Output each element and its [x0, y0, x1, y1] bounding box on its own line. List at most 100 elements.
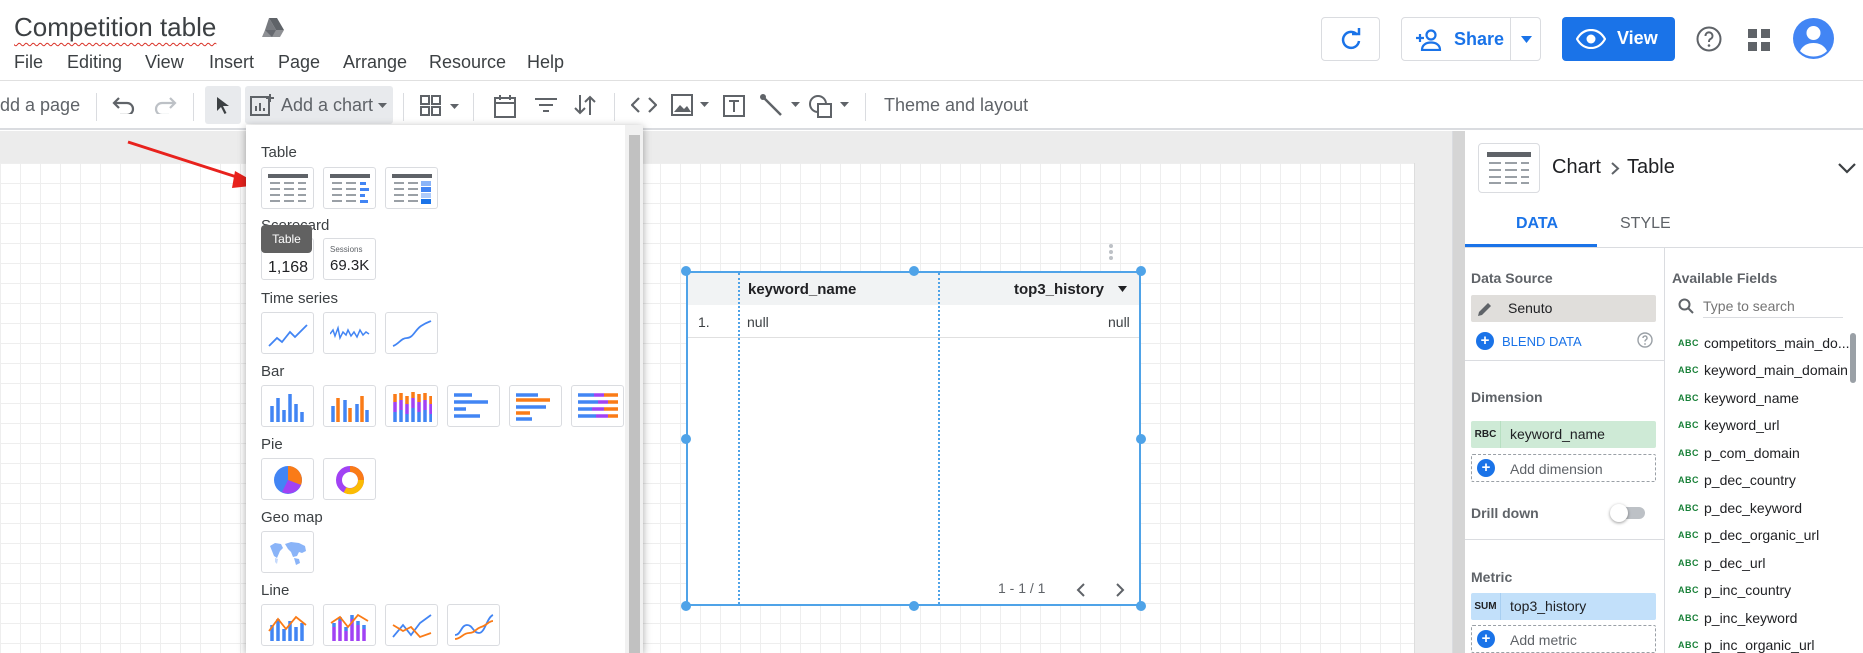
add-person-icon: [1416, 29, 1442, 51]
add-chart-button[interactable]: Add a chart: [245, 86, 393, 124]
menu-help[interactable]: Help: [527, 52, 564, 73]
menu-scrollbar-thumb[interactable]: [629, 135, 640, 653]
chevron-left-icon[interactable]: [1076, 583, 1086, 597]
field-name: keyword_name: [1704, 390, 1799, 406]
field-item[interactable]: ABC p_com_domain: [1670, 441, 1856, 465]
undo-icon[interactable]: [112, 96, 136, 114]
add-control-icon[interactable]: [420, 95, 460, 117]
chart-option-table-heatmap[interactable]: [385, 167, 438, 209]
select-tool-button[interactable]: [205, 86, 241, 124]
avatar-icon[interactable]: [1793, 18, 1834, 59]
filter-icon[interactable]: [535, 97, 557, 113]
menu-editing[interactable]: Editing: [67, 52, 122, 73]
resize-handle[interactable]: [681, 434, 691, 444]
redo-icon[interactable]: [153, 96, 177, 114]
chart-option-column[interactable]: [261, 385, 314, 427]
chart-option-smoothed-time-series[interactable]: [385, 312, 438, 354]
data-source-chip[interactable]: Senuto: [1471, 295, 1656, 322]
field-item[interactable]: ABC p_inc_country: [1670, 578, 1856, 602]
resize-handle[interactable]: [1136, 266, 1146, 276]
report-title[interactable]: Competition table: [14, 12, 216, 43]
menu-arrange[interactable]: Arrange: [343, 52, 407, 73]
field-item[interactable]: ABC p_dec_organic_url: [1670, 523, 1856, 547]
menu-file[interactable]: File: [14, 52, 43, 73]
chart-option-table[interactable]: [261, 167, 314, 209]
chart-option-stacked-combo[interactable]: [323, 604, 376, 646]
line-icon[interactable]: [760, 94, 802, 118]
field-item[interactable]: ABC p_dec_url: [1670, 551, 1856, 575]
field-item[interactable]: ABC competitors_main_do...: [1670, 331, 1856, 355]
dimension-chip[interactable]: RBC keyword_name: [1471, 421, 1656, 448]
resize-handle[interactable]: [909, 266, 919, 276]
chart-option-scorecard-compact[interactable]: Sessions 69.3K: [323, 238, 376, 280]
drive-icon[interactable]: [262, 18, 284, 37]
theme-layout-button[interactable]: Theme and layout: [884, 95, 1028, 116]
refresh-button[interactable]: [1321, 17, 1380, 61]
view-button[interactable]: View: [1562, 17, 1675, 61]
sort-arrow-icon[interactable]: [1118, 286, 1127, 292]
field-item[interactable]: ABC p_dec_keyword: [1670, 496, 1856, 520]
collapse-chevron-icon[interactable]: [1838, 163, 1856, 174]
field-item[interactable]: ABC keyword_name: [1670, 386, 1856, 410]
toolbar-divider: [193, 93, 194, 121]
field-item[interactable]: ABC p_inc_keyword: [1670, 606, 1856, 630]
add-metric-button[interactable]: + Add metric: [1471, 625, 1656, 653]
add-dimension-button[interactable]: + Add dimension: [1471, 454, 1656, 482]
chart-option-table-bars[interactable]: [323, 167, 376, 209]
apps-grid-icon[interactable]: [1748, 29, 1770, 51]
text-type-icon: ABC: [1678, 640, 1699, 650]
field-search-input[interactable]: [1703, 294, 1843, 318]
resize-handle[interactable]: [681, 266, 691, 276]
field-item[interactable]: ABC p_inc_organic_url: [1670, 633, 1856, 653]
calendar-icon[interactable]: [494, 94, 516, 118]
menu-view[interactable]: View: [145, 52, 184, 73]
help-icon[interactable]: [1637, 332, 1653, 348]
field-item[interactable]: ABC p_dec_country: [1670, 468, 1856, 492]
field-item[interactable]: ABC keyword_main_domain: [1670, 358, 1856, 382]
resize-handle[interactable]: [681, 601, 691, 611]
field-item[interactable]: ABC keyword_url: [1670, 413, 1856, 437]
chart-picker-menu: Table Scorecard 1,168 Sessions 69.3K Tab…: [246, 125, 643, 653]
menu-page[interactable]: Page: [278, 52, 320, 73]
blend-data-button[interactable]: BLEND DATA: [1502, 334, 1582, 349]
chevron-right-icon[interactable]: [1115, 583, 1125, 597]
chart-option-time-series[interactable]: [261, 312, 314, 354]
chart-option-grouped-bar[interactable]: [509, 385, 562, 427]
tab-style[interactable]: STYLE: [1620, 215, 1671, 233]
menu-resource[interactable]: Resource: [429, 52, 506, 73]
chart-option-bar[interactable]: [447, 385, 500, 427]
chart-option-donut[interactable]: [323, 458, 376, 500]
code-icon[interactable]: [631, 96, 657, 114]
chart-option-combo[interactable]: [261, 604, 314, 646]
table-chart[interactable]: keyword_name top3_history 1. null null 1…: [686, 271, 1141, 606]
resize-handle[interactable]: [1136, 601, 1146, 611]
shape-icon[interactable]: [808, 94, 852, 120]
more-vert-icon[interactable]: [1108, 243, 1114, 261]
share-button[interactable]: Share: [1401, 17, 1541, 61]
tab-data[interactable]: DATA: [1516, 215, 1558, 233]
chart-option-stacked-column[interactable]: [385, 385, 438, 427]
resize-handle[interactable]: [1136, 434, 1146, 444]
image-icon[interactable]: [671, 94, 711, 116]
metric-chip[interactable]: SUM top3_history: [1471, 593, 1656, 620]
menu-insert[interactable]: Insert: [209, 52, 254, 73]
panel-scrollbar[interactable]: [1453, 131, 1465, 653]
data-control-icon[interactable]: [574, 93, 596, 117]
text-type-icon: ABC: [1678, 338, 1699, 348]
chart-type-thumbnail[interactable]: [1478, 143, 1540, 193]
drill-down-toggle[interactable]: [1610, 504, 1645, 522]
chart-option-sparkline[interactable]: [323, 312, 376, 354]
chart-option-stacked-bar[interactable]: [571, 385, 624, 427]
column-header-keyword-name[interactable]: keyword_name: [748, 281, 856, 298]
blend-plus-icon[interactable]: +: [1476, 332, 1494, 350]
chart-option-pie[interactable]: [261, 458, 314, 500]
chart-option-line[interactable]: [385, 604, 438, 646]
chart-option-grouped-column[interactable]: [323, 385, 376, 427]
chart-option-geo-map[interactable]: [261, 531, 314, 573]
help-icon[interactable]: [1696, 26, 1722, 52]
chart-option-smoothed-line[interactable]: [447, 604, 500, 646]
add-page-button[interactable]: dd a page: [0, 95, 80, 116]
resize-handle[interactable]: [909, 601, 919, 611]
column-header-top3-history[interactable]: top3_history: [1014, 281, 1104, 298]
text-box-icon[interactable]: [722, 94, 746, 118]
